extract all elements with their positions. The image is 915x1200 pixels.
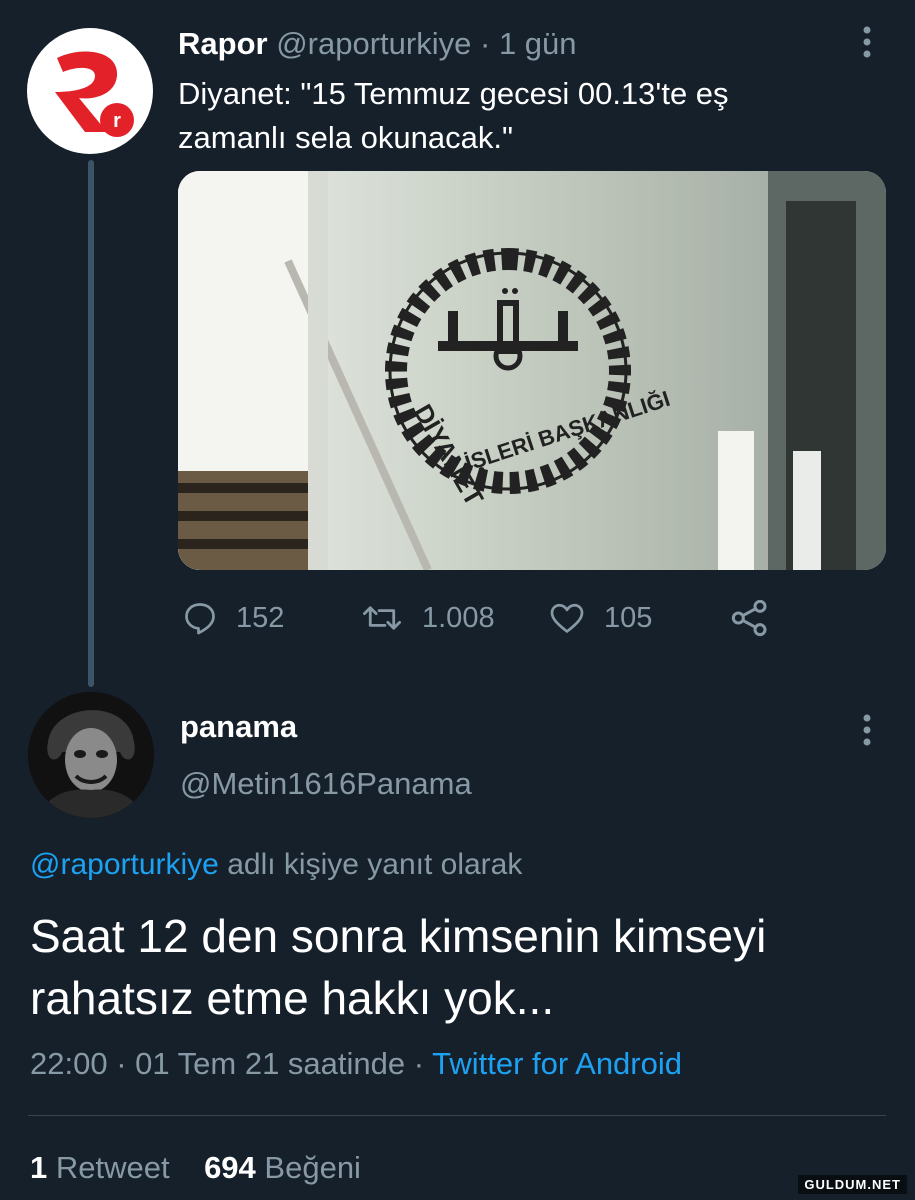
tweet1-header: Rapor @raporturkiye · 1 gün xyxy=(178,25,577,63)
retweet-action[interactable]: 1.008 xyxy=(360,598,495,638)
tweet2-handle[interactable]: @Metin1616Panama xyxy=(180,766,472,802)
tweet2-text: Saat 12 den sonra kimsenin kimseyi rahat… xyxy=(30,910,767,1024)
tweet1-separator: · xyxy=(479,26,491,61)
retweet-stat-label: Retweet xyxy=(55,1150,170,1185)
meta-separator: · xyxy=(413,1046,425,1081)
more-vertical-icon[interactable] xyxy=(855,712,879,748)
tweet1-text: Diyanet: "15 Temmuz gecesi 00.13'te eş z… xyxy=(178,76,729,155)
tweet2-display-name[interactable]: panama xyxy=(180,709,297,745)
reply-to-link[interactable]: @raporturkiye xyxy=(30,848,219,881)
share-icon xyxy=(731,599,767,637)
tweet1-media-image[interactable]: DİYANET İŞLERİ BAŞKANLIĞI xyxy=(178,171,886,570)
reply-to-suffix: adlı kişiye yanıt olarak xyxy=(227,848,523,881)
tweet1-display-name[interactable]: Rapor xyxy=(178,26,268,61)
retweet-stat[interactable]: 1 Retweet xyxy=(30,1150,170,1185)
like-stat[interactable]: 694 Beğeni xyxy=(204,1150,361,1185)
like-action[interactable]: 105 xyxy=(548,598,652,638)
avatar-letter: r xyxy=(113,110,121,132)
like-stat-label: Beğeni xyxy=(264,1150,361,1185)
like-count: 105 xyxy=(604,601,653,634)
tweet1-time[interactable]: 1 gün xyxy=(499,26,577,61)
retweet-icon xyxy=(363,606,401,630)
retweet-stat-count: 1 xyxy=(30,1150,48,1185)
tweet2-meta: 22:00 · 01 Tem 21 saatinde · Twitter for… xyxy=(30,1046,682,1082)
tweet2-client[interactable]: Twitter for Android xyxy=(432,1046,682,1081)
more-vertical-icon[interactable] xyxy=(855,24,879,60)
divider xyxy=(28,1115,886,1116)
reply-context: @raporturkiye adlı kişiye yanıt olarak xyxy=(30,848,522,882)
retweet-count: 1.008 xyxy=(422,601,495,634)
thread-line xyxy=(88,160,94,687)
like-icon xyxy=(550,603,584,633)
like-stat-count: 694 xyxy=(204,1150,256,1185)
tweet1-handle[interactable]: @raporturkiye xyxy=(276,26,471,61)
share-action[interactable] xyxy=(730,598,788,638)
avatar-rapor[interactable]: r xyxy=(27,28,153,154)
watermark: GULDUM.NET xyxy=(798,1175,907,1194)
reply-count: 152 xyxy=(236,601,285,634)
reply-action[interactable]: 152 xyxy=(182,598,284,638)
avatar-panama[interactable] xyxy=(28,692,154,818)
tweet2-stats: 1 Retweet 694 Beğeni xyxy=(30,1150,361,1186)
tweet2-timestamp[interactable]: 22:00 · 01 Tem 21 saatinde xyxy=(30,1046,405,1081)
reply-icon xyxy=(185,603,215,635)
